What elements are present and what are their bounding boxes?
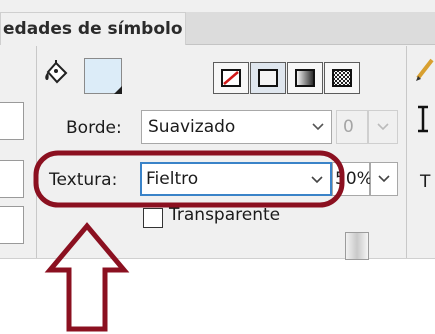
left-input-3[interactable] xyxy=(0,206,24,244)
text-cursor-icon[interactable] xyxy=(414,104,432,134)
swatch-dropdown-marker xyxy=(114,86,122,94)
left-input-2[interactable] xyxy=(0,160,24,198)
no-fill-icon xyxy=(221,69,241,87)
borde-label: Borde: xyxy=(66,118,122,138)
chevron-down-icon xyxy=(377,123,389,131)
transparente-label[interactable]: Transparente xyxy=(169,205,280,225)
paint-bucket-icon[interactable] xyxy=(42,58,72,88)
pattern-fill-button[interactable] xyxy=(324,62,360,94)
solid-fill-button[interactable] xyxy=(250,62,286,94)
symbol-properties-panel: edades de símbolo Borde: Suavizado 0 Tex… xyxy=(0,0,435,260)
no-fill-button[interactable] xyxy=(213,62,249,94)
chevron-down-icon xyxy=(378,175,390,183)
texture-options-button[interactable] xyxy=(345,232,369,260)
textura-dropdown[interactable]: Fieltro xyxy=(140,162,332,196)
textura-percent-value: 50% xyxy=(335,169,373,189)
borde-dropdown[interactable]: Suavizado xyxy=(141,110,332,144)
gradient-fill-icon xyxy=(295,69,315,87)
borde-value: Suavizado xyxy=(148,117,236,137)
solid-fill-icon xyxy=(258,69,278,87)
panel-title-tab[interactable]: edades de símbolo xyxy=(0,12,186,45)
left-input-1[interactable] xyxy=(0,102,24,140)
left-divider xyxy=(36,46,37,258)
chevron-down-icon xyxy=(312,123,324,131)
textura-percent-dropdown-button[interactable] xyxy=(370,162,398,196)
borde-size-field: 0 xyxy=(336,110,368,144)
textura-value: Fieltro xyxy=(146,169,199,189)
transparente-checkbox[interactable] xyxy=(143,208,163,228)
pencil-icon[interactable] xyxy=(412,56,435,84)
pattern-fill-icon xyxy=(332,69,352,87)
textura-label: Textura: xyxy=(49,170,118,190)
chevron-down-icon xyxy=(311,176,323,184)
gradient-fill-button[interactable] xyxy=(287,62,323,94)
fill-color-swatch[interactable] xyxy=(84,58,122,94)
borde-size-value: 0 xyxy=(343,117,354,137)
right-divider xyxy=(406,46,407,258)
tab-strip xyxy=(186,12,435,45)
borde-size-dropdown-button xyxy=(368,110,398,144)
textura-percent-field[interactable]: 50% xyxy=(332,162,373,196)
right-edge-label: T xyxy=(420,172,431,192)
